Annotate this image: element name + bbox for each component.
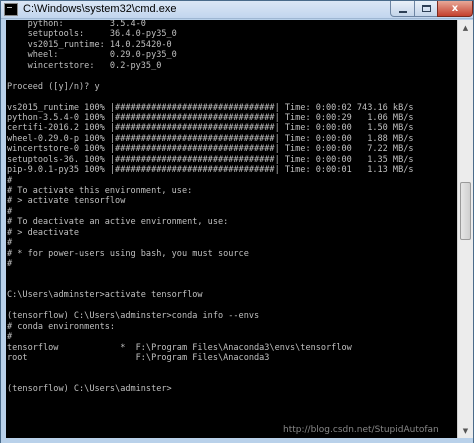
watermark: http://blog.csdn.net/StupidAutofan: [283, 425, 439, 435]
console-line: #: [7, 206, 13, 217]
console-line: wheel: 0.29.0-py35_0: [7, 50, 177, 61]
console-line: #: [7, 332, 13, 343]
console-lines: python: 3.5.4-0 setuptools: 36.4.0-py35_…: [7, 20, 414, 437]
console-line: pip-9.0.1-py35 100% |###################…: [7, 165, 414, 176]
console-line: # To activate this environment, use:: [7, 186, 193, 196]
close-button[interactable]: x: [437, 1, 473, 17]
minimize-icon: [398, 10, 407, 13]
console-line: C:\Users\adminster>activate tensorflow: [7, 290, 203, 301]
console-line: python-3.5.4-0 100% |###################…: [7, 112, 414, 123]
console-line: # > deactivate: [7, 227, 80, 238]
window-title: C:\Windows\system32\cmd.exe: [23, 3, 177, 15]
console-line: #: [7, 175, 13, 186]
close-icon: x: [451, 3, 459, 14]
console-line: # To deactivate an active environment, u…: [7, 217, 229, 228]
console-line: certifi-2016.2 100% |###################…: [7, 123, 414, 134]
title-bar[interactable]: C:\Windows\system32\cmd.exe x: [1, 1, 473, 19]
console-line: (tensorflow) C:\Users\adminster>: [7, 384, 172, 395]
console-line: tensorflow * F:\Program Files\Anaconda3\…: [7, 342, 352, 353]
console-line: # > activate tensorflow: [7, 196, 126, 207]
console-line: (tensorflow) C:\Users\adminster>conda in…: [7, 311, 260, 322]
console-line: vs2015_runtime 100% |###################…: [7, 102, 414, 113]
console-line: python: 3.5.4-0: [7, 20, 146, 29]
console-line: wincertstore: 0.2-py35_0: [7, 60, 162, 71]
maximize-icon: [421, 5, 431, 12]
scroll-down-arrow-icon[interactable]: ▼: [458, 423, 473, 438]
cmd-console-icon[interactable]: [4, 3, 18, 16]
scroll-up-arrow-icon[interactable]: ▲: [458, 20, 473, 35]
console-output[interactable]: python: 3.5.4-0 setuptools: 36.4.0-py35_…: [6, 20, 457, 438]
console-line: setuptools: 36.4.0-py35_0: [7, 29, 177, 40]
console-line: root F:\Program Files\Anaconda3: [7, 353, 270, 363]
window-bottom-frame: [1, 438, 473, 443]
console-line: # * for power-users using bash, you must…: [7, 248, 249, 259]
console-line: vs2015_runtime: 14.0.25420-0: [7, 39, 172, 50]
console-line: # conda environments:: [7, 321, 116, 332]
cmd-window: C:\Windows\system32\cmd.exe x python: 3.…: [0, 0, 474, 443]
scrollbar-thumb[interactable]: [460, 182, 471, 240]
console-line: Proceed ([y]/n)? y: [7, 81, 100, 92]
vertical-scrollbar[interactable]: ▲ ▼: [457, 20, 473, 438]
console-line: #: [7, 259, 13, 270]
console-line: #: [7, 238, 13, 249]
console-line: wheel-0.29.0-p 100% |###################…: [7, 133, 414, 144]
console-line: wincertstore-0 100% |###################…: [7, 144, 414, 155]
minimize-button[interactable]: [390, 1, 415, 17]
console-line: setuptools-36. 100% |###################…: [7, 154, 414, 165]
maximize-button[interactable]: [414, 1, 438, 17]
